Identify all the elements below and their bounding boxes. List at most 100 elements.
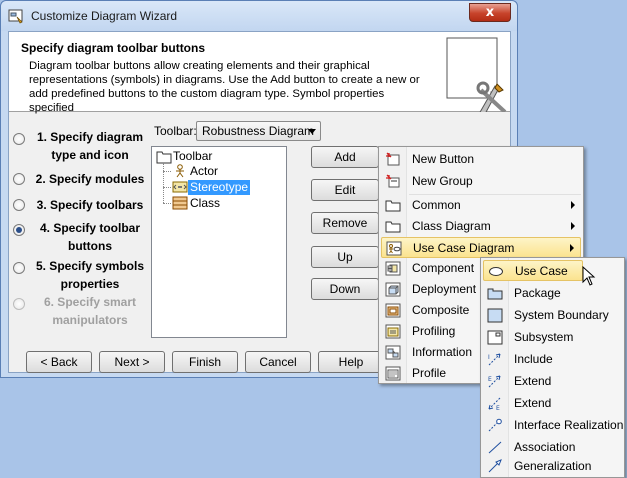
folder-icon <box>385 200 401 212</box>
menu-item-label: Interface Realization <box>514 418 624 432</box>
menu-item-label: System Boundary <box>514 308 609 322</box>
submenu-item-include[interactable]: I Include <box>483 349 623 370</box>
step-1-label: 1. Specify diagram type and icon <box>36 130 144 162</box>
menu-item-label: New Group <box>412 174 473 188</box>
tree-item-class[interactable]: Class <box>190 196 220 211</box>
deployment-diagram-icon <box>385 282 401 297</box>
toolbar-select[interactable]: Robustness Diagram <box>196 121 321 141</box>
step-6-label: 6. Specify smart manipulators <box>43 295 137 327</box>
menu-item-label: Composite <box>412 303 470 317</box>
tree-connector <box>163 187 171 188</box>
submenu-item-package[interactable]: Package <box>483 283 623 304</box>
step-6-radio <box>13 298 25 310</box>
close-button[interactable]: x <box>469 3 511 22</box>
subsystem-icon <box>487 330 503 345</box>
menu-item-label: Subsystem <box>514 330 574 344</box>
menu-item-label: Common <box>412 198 461 212</box>
menu-item-label: Extend <box>514 396 552 410</box>
submenu-item-generalization[interactable]: Generalization <box>483 456 623 477</box>
step-1-radio[interactable] <box>13 133 25 145</box>
profiling-diagram-icon <box>385 324 401 339</box>
tree-item-toolbar[interactable]: Toolbar <box>173 149 212 164</box>
step-4-radio[interactable] <box>13 224 25 236</box>
information-diagram-icon <box>385 345 401 360</box>
chevron-right-icon <box>570 244 574 252</box>
package-icon <box>487 288 503 300</box>
menu-item-label: New Button <box>412 152 475 166</box>
component-diagram-icon <box>385 261 401 276</box>
submenu-item-association[interactable]: Association <box>483 437 623 458</box>
step-3-radio[interactable] <box>13 199 25 211</box>
submenu-item-extend-reverse[interactable]: E Extend <box>483 393 623 414</box>
actor-icon <box>176 164 184 178</box>
stereotype-icon <box>172 181 188 193</box>
step-5-label: 5. Specify symbols properties <box>35 259 145 291</box>
svg-text:I: I <box>488 354 490 361</box>
new-group-icon <box>386 174 400 188</box>
submenu-item-system-boundary[interactable]: System Boundary <box>483 305 623 326</box>
chevron-right-icon <box>571 201 575 209</box>
profile-diagram-icon <box>385 366 401 381</box>
use-case-diagram-icon <box>386 241 402 256</box>
composite-diagram-icon <box>385 303 401 318</box>
tree-connector <box>163 171 171 172</box>
submenu-item-use-case[interactable]: Use Case <box>483 260 583 281</box>
menu-item-new-button[interactable]: New Button <box>381 149 581 170</box>
step-2-label: 2. Specify modules <box>35 172 145 186</box>
generalization-arrow-icon <box>488 459 502 473</box>
tree-item-actor[interactable]: Actor <box>190 164 218 179</box>
finish-button[interactable]: Finish <box>172 351 238 373</box>
toolbar-tree[interactable]: Toolbar Actor Stereotype Class <box>151 146 287 338</box>
step-3-label: 3. Specify toolbars <box>36 198 144 212</box>
cancel-button[interactable]: Cancel <box>245 351 311 373</box>
down-button[interactable]: Down <box>311 278 379 300</box>
extend-arrow-icon: E <box>488 375 501 388</box>
menu-item-class-diagram[interactable]: Class Diagram <box>381 216 581 237</box>
next-button[interactable]: Next > <box>99 351 165 373</box>
svg-text:E: E <box>488 376 492 383</box>
folder-icon <box>156 151 172 164</box>
menu-item-label: Use Case Diagram <box>413 241 515 255</box>
class-icon <box>172 196 188 210</box>
include-arrow-icon: I <box>488 353 501 366</box>
title-bar[interactable]: Customize Diagram Wizard x <box>1 1 517 31</box>
menu-item-label: Package <box>514 286 561 300</box>
menu-item-label: Information <box>412 345 473 359</box>
menu-item-label: Class Diagram <box>412 219 491 233</box>
edit-button[interactable]: Edit <box>311 179 379 201</box>
submenu-item-extend[interactable]: E Extend <box>483 371 623 392</box>
new-button-icon <box>386 152 400 166</box>
diagram-tools-icon <box>446 37 507 112</box>
use-case-icon <box>489 267 503 276</box>
help-button[interactable]: Help <box>318 351 384 373</box>
association-line-icon <box>488 441 502 454</box>
menu-item-label: Extend <box>514 374 552 388</box>
menu-item-use-case-diagram[interactable]: Use Case Diagram <box>381 237 581 258</box>
menu-item-label: Include <box>514 352 553 366</box>
menu-item-new-group[interactable]: New Group <box>381 171 581 192</box>
menu-item-label: Profile <box>412 366 447 380</box>
menu-item-common[interactable]: Common <box>381 195 581 216</box>
step-2-radio[interactable] <box>13 173 25 185</box>
use-case-submenu: Use Case Package System Boundary Subsyst… <box>480 257 625 478</box>
menu-item-label: Profiling <box>412 324 456 338</box>
header-title: Specify diagram toolbar buttons <box>21 41 206 55</box>
step-4-label: 4. Specify toolbar buttons <box>39 221 141 253</box>
add-button[interactable]: Add <box>311 146 379 168</box>
remove-button[interactable]: Remove <box>311 212 379 234</box>
chevron-right-icon <box>571 222 575 230</box>
up-button[interactable]: Up <box>311 246 379 268</box>
back-button[interactable]: < Back <box>26 351 92 373</box>
tree-item-stereotype[interactable]: Stereotype <box>188 180 251 195</box>
submenu-item-interface-realization[interactable]: Interface Realization <box>483 415 623 436</box>
submenu-item-subsystem[interactable]: Subsystem <box>483 327 623 348</box>
menu-item-label: Association <box>514 440 576 454</box>
toolbar-select-value: Robustness Diagram <box>202 124 315 138</box>
system-boundary-icon <box>487 308 503 323</box>
tree-connector <box>163 163 164 203</box>
svg-text:E: E <box>496 405 500 411</box>
menu-item-label: Deployment <box>412 282 477 296</box>
mouse-cursor-icon <box>582 266 596 286</box>
wizard-header: Specify diagram toolbar buttons Diagram … <box>9 32 510 114</box>
step-5-radio[interactable] <box>13 262 25 274</box>
